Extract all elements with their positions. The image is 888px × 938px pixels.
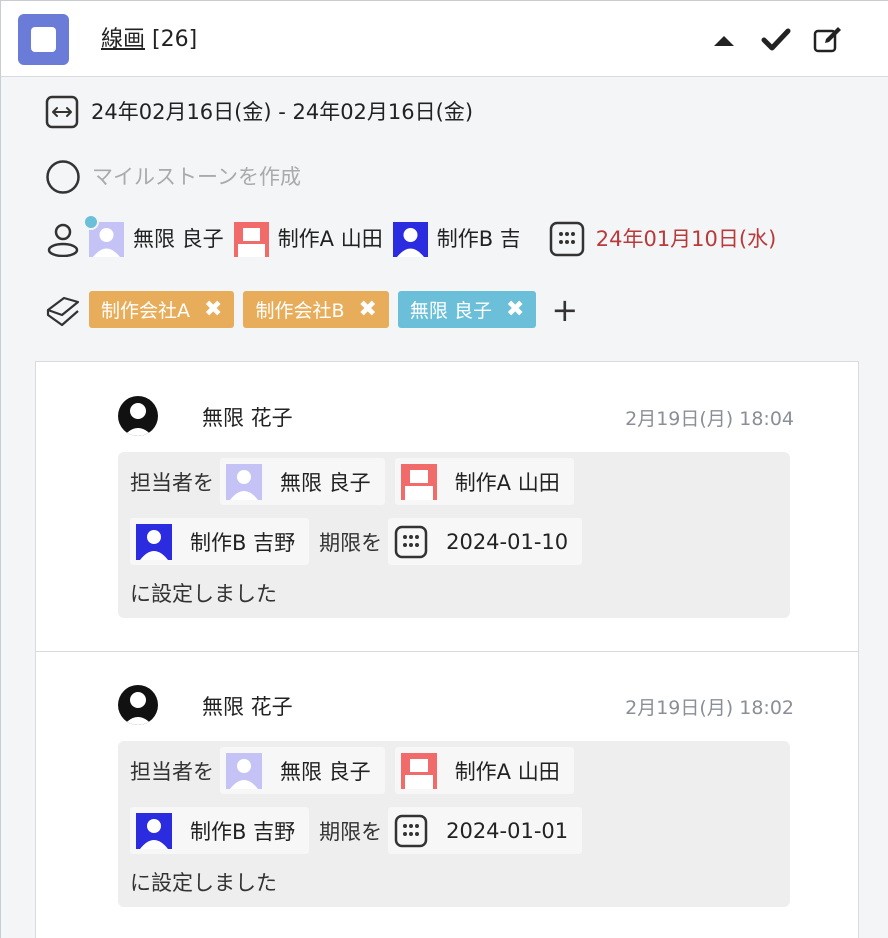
activity-user-name: 無限 花子 xyxy=(202,406,293,430)
activity-line: に設定しました xyxy=(130,578,283,608)
assignee-name: 無限 良子 xyxy=(280,470,371,495)
task-title-text[interactable]: 線画 xyxy=(101,27,145,52)
assignee-name: 制作B 吉野 xyxy=(190,530,296,555)
assignee-row: 無限 良子 制作A 山田 制作B 吉 24年01月10日(水) xyxy=(45,213,845,258)
assignee-name: 制作A 山田 xyxy=(454,470,560,495)
activity-suffix: に設定しました xyxy=(130,871,277,895)
activity-log: 無限 花子 2月19日(月) 18:04 担当者を 無限 良子 制作A 山田 制… xyxy=(35,361,859,938)
due-date[interactable]: 24年01月10日(水) xyxy=(549,221,777,257)
checkbox-box xyxy=(31,27,56,52)
activity-timestamp: 2月19日(月) 18:04 xyxy=(625,408,794,430)
remove-tag-icon[interactable]: ✖ xyxy=(506,297,524,322)
tag-chip[interactable]: 無限 良子 ✖ xyxy=(397,291,537,328)
calendar-icon xyxy=(549,221,584,257)
avatar xyxy=(233,221,269,257)
checkmark-icon[interactable] xyxy=(759,23,793,57)
tags-row: 制作会社A ✖ 制作会社B ✖ 無限 良子 ✖ + xyxy=(45,291,578,328)
avatar xyxy=(136,812,172,849)
assignee-chip[interactable]: 制作A 山田 xyxy=(394,458,574,505)
avatar xyxy=(118,685,158,725)
task-panel: 線画 [26] 24年02月16日(金) - 24年02月16日(金) マイルス… xyxy=(0,0,888,938)
activity-line: 担当者を 無限 良子 制作A 山田 xyxy=(130,747,584,794)
activity-line: 制作B 吉野 期限を 2024-01-01 xyxy=(130,807,592,854)
assignee-chip[interactable]: 制作A 山田 xyxy=(233,221,383,257)
date-range-icon xyxy=(45,95,79,129)
assignee-chip[interactable]: 制作B 吉野 xyxy=(130,807,310,854)
avatar xyxy=(392,221,428,257)
assignee-chip[interactable]: 無限 良子 xyxy=(220,747,385,794)
avatar xyxy=(400,752,437,789)
calendar-icon xyxy=(394,525,428,558)
tag-chip[interactable]: 制作会社A ✖ xyxy=(89,291,235,328)
activity-line: 制作B 吉野 期限を 2024-01-10 xyxy=(130,518,592,565)
milestone-row[interactable]: マイルストーンを作成 xyxy=(45,159,301,195)
assignee-name: 制作A 山田 xyxy=(277,227,383,251)
date-range-text: 24年02月16日(金) - 24年02月16日(金) xyxy=(91,100,474,124)
avatar xyxy=(118,396,158,436)
assignee-chip[interactable]: 制作B 吉 xyxy=(392,221,519,257)
milestone-circle-icon xyxy=(46,160,80,194)
avatar xyxy=(226,752,262,789)
due-date-chip[interactable]: 2024-01-10 xyxy=(388,518,583,565)
due-date-chip[interactable]: 2024-01-01 xyxy=(388,807,583,854)
tag-label: 制作会社B xyxy=(255,300,345,322)
due-date-value: 2024-01-10 xyxy=(446,529,569,554)
collapse-caret-icon[interactable] xyxy=(707,23,741,57)
assignee-name: 制作B 吉野 xyxy=(190,819,296,844)
assignee-user-icon-wrap xyxy=(45,221,81,258)
assignee-chip[interactable]: 制作A 山田 xyxy=(394,747,574,794)
user-icon xyxy=(47,223,79,258)
activity-suffix: に設定しました xyxy=(130,582,277,606)
assignee-chip[interactable]: 無限 良子 xyxy=(220,458,385,505)
assignee-chip[interactable]: 無限 良子 xyxy=(83,213,224,257)
task-header: 線画 [26] xyxy=(1,1,888,77)
avatar xyxy=(400,463,437,500)
activity-message: 担当者を 無限 良子 制作A 山田 xyxy=(118,452,790,618)
activity-timestamp: 2月19日(月) 18:02 xyxy=(625,697,794,719)
edit-icon[interactable] xyxy=(811,23,845,57)
remove-tag-icon[interactable]: ✖ xyxy=(204,297,222,322)
task-count: [26] xyxy=(152,27,198,52)
add-tag-icon[interactable]: + xyxy=(551,294,578,326)
tag-label: 無限 良子 xyxy=(409,300,492,322)
assignee-name: 無限 良子 xyxy=(280,759,371,784)
divider xyxy=(36,651,858,652)
assignee-prefix: 担当者を xyxy=(130,470,214,495)
due-prefix: 期限を xyxy=(319,530,383,555)
assignee-name: 無限 良子 xyxy=(133,227,224,251)
tag-chip[interactable]: 制作会社B ✖ xyxy=(243,291,389,328)
avatar xyxy=(226,463,262,500)
online-indicator xyxy=(83,213,99,230)
assignee-name: 制作B 吉 xyxy=(436,227,519,251)
complete-checkbox[interactable] xyxy=(18,14,69,65)
tag-label: 制作会社A xyxy=(101,300,190,322)
activity-line: 担当者を 無限 良子 制作A 山田 xyxy=(130,458,584,505)
date-range-row[interactable]: 24年02月16日(金) - 24年02月16日(金) xyxy=(45,95,473,129)
assignee-chip[interactable]: 制作B 吉野 xyxy=(130,518,310,565)
due-date-value: 2024-01-01 xyxy=(446,818,569,843)
due-prefix: 期限を xyxy=(319,819,383,844)
activity-message: 担当者を 無限 良子 制作A 山田 xyxy=(118,741,790,907)
tags-stack-icon xyxy=(46,296,80,326)
milestone-placeholder[interactable]: マイルストーンを作成 xyxy=(92,162,301,192)
assignee-name: 制作A 山田 xyxy=(454,759,560,784)
due-date-text: 24年01月10日(水) xyxy=(595,227,777,251)
remove-tag-icon[interactable]: ✖ xyxy=(358,297,376,322)
activity-user-name: 無限 花子 xyxy=(202,695,293,719)
avatar xyxy=(136,523,172,560)
assignee-prefix: 担当者を xyxy=(130,759,214,784)
activity-line: に設定しました xyxy=(130,867,283,897)
task-title[interactable]: 線画 [26] xyxy=(101,25,197,55)
calendar-icon xyxy=(394,814,428,847)
